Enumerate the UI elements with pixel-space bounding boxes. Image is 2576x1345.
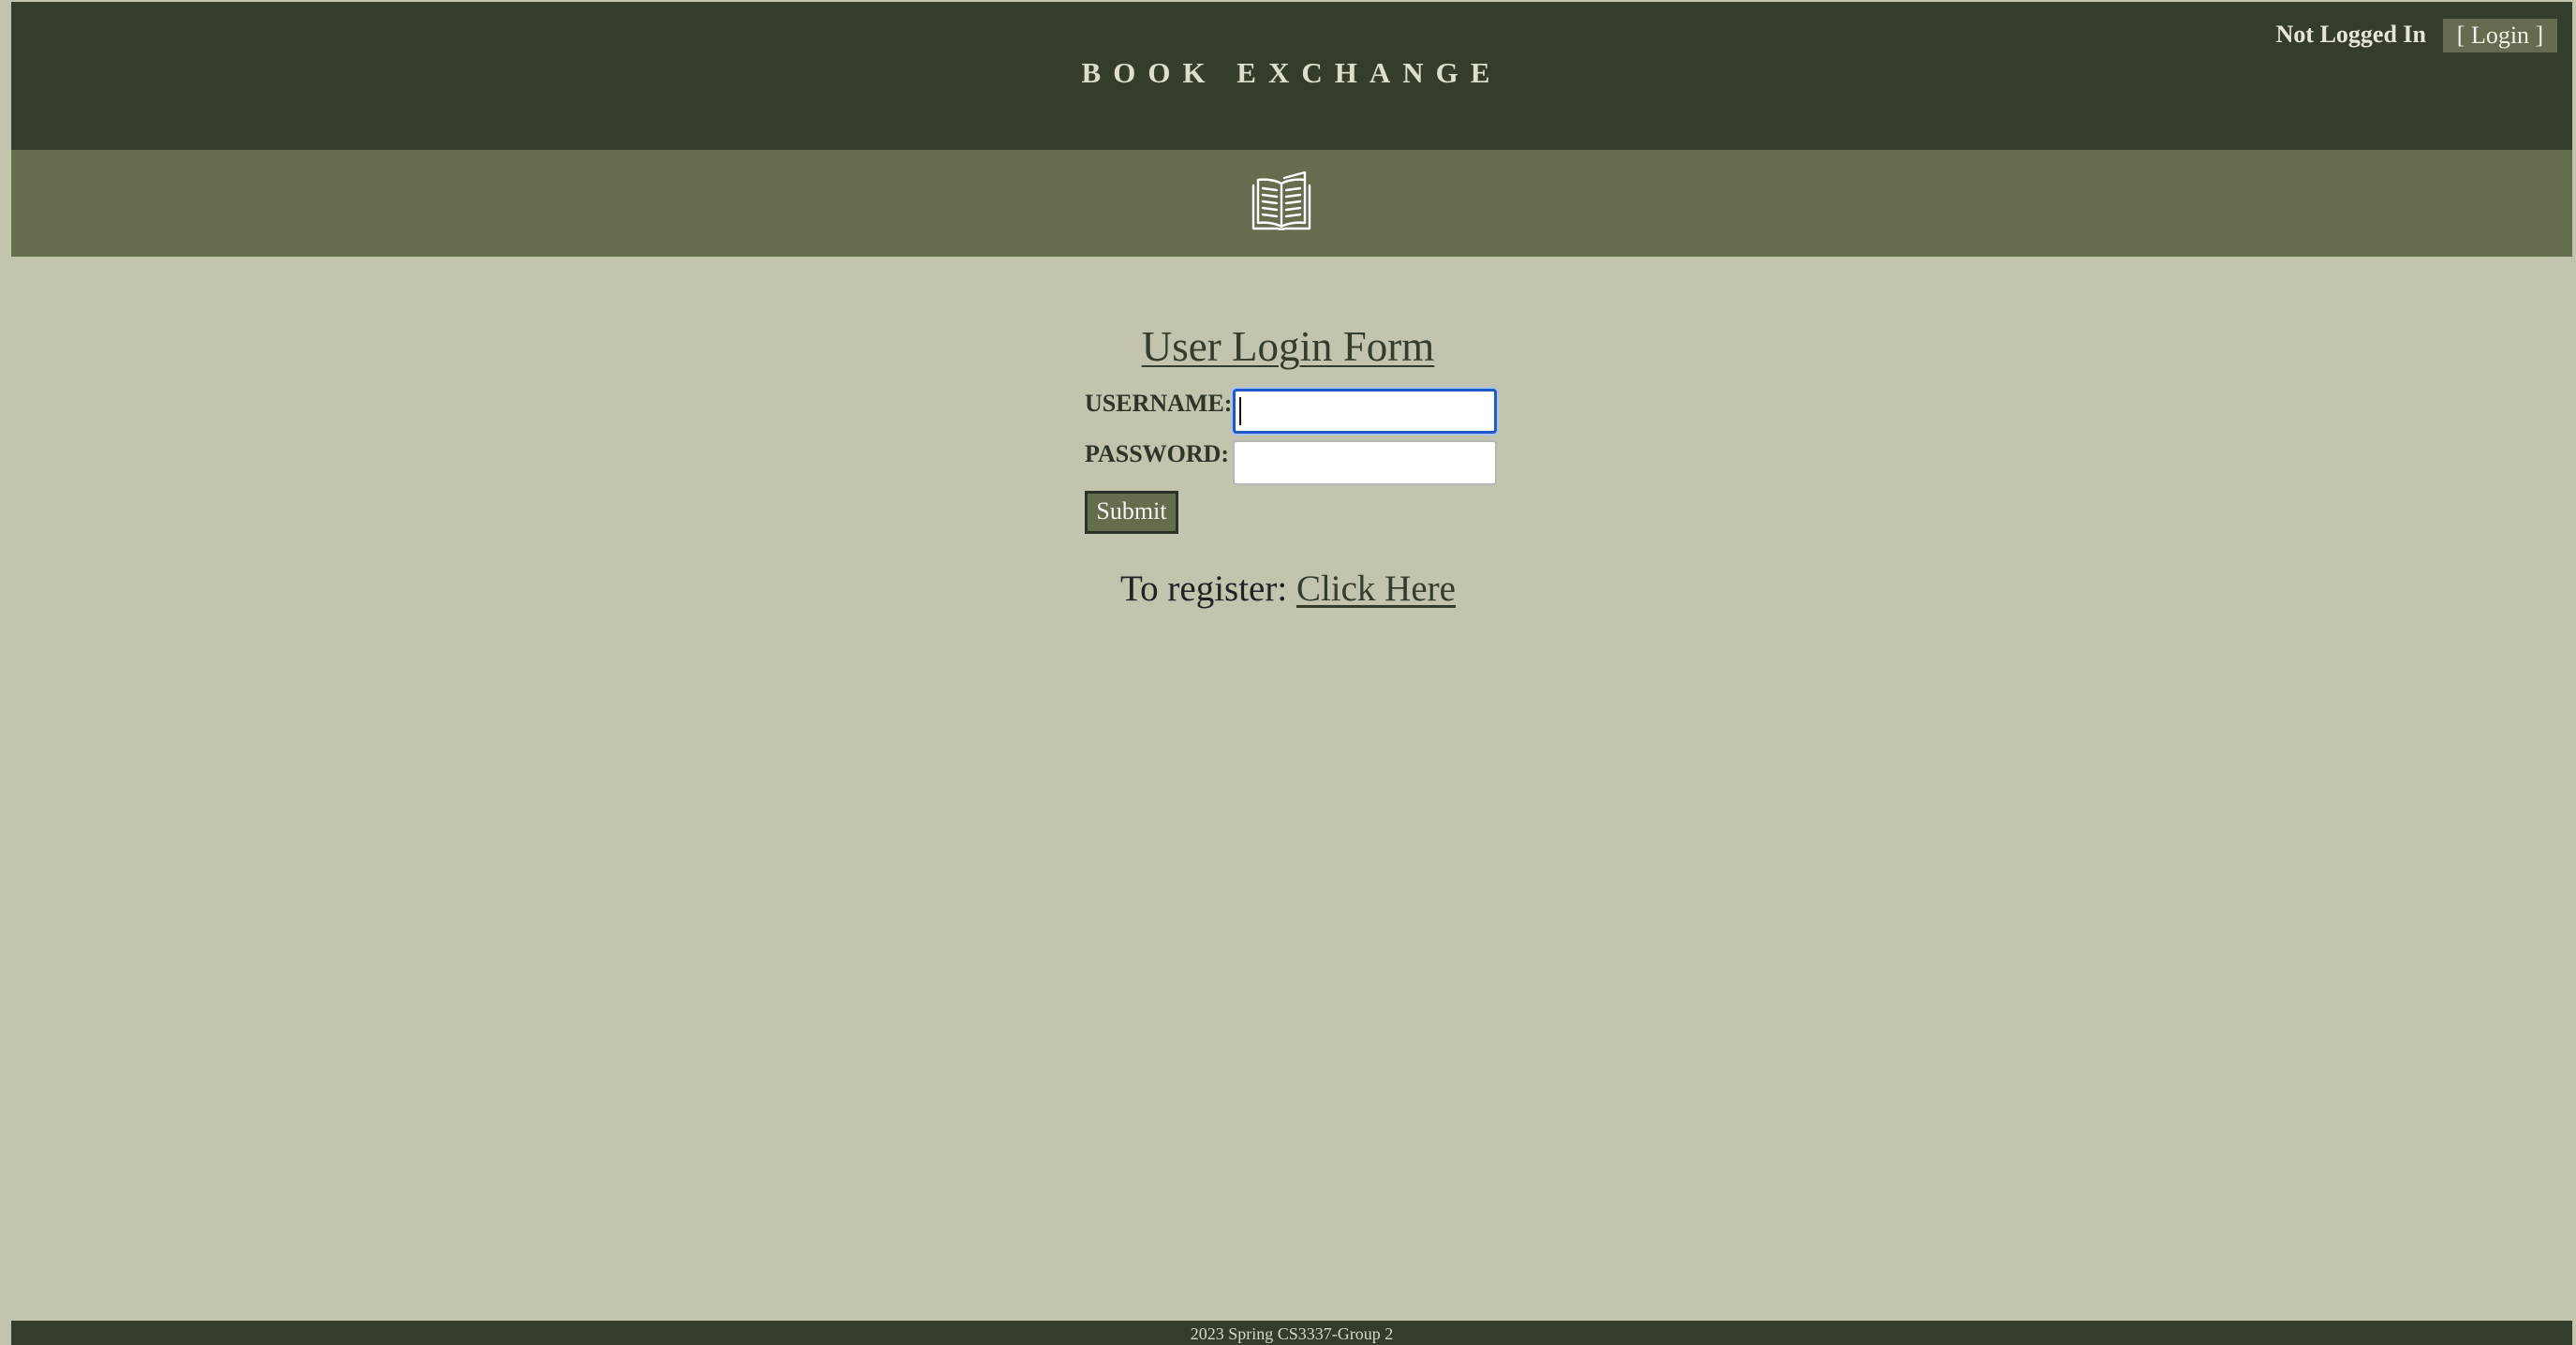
site-header: BOOK EXCHANGE Not Logged In [ Login ] <box>11 2 2572 150</box>
password-input[interactable] <box>1233 440 1497 485</box>
register-link[interactable]: Click Here <box>1296 569 1456 609</box>
text-cursor <box>1239 397 1241 425</box>
login-link[interactable]: [ Login ] <box>2443 19 2557 52</box>
username-label: USERNAME: <box>1085 390 1233 417</box>
form-title: User Login Form <box>1141 323 1435 370</box>
site-title: BOOK EXCHANGE <box>1081 56 1503 89</box>
register-line: To register: Click Here <box>0 568 2576 610</box>
footer: 2023 Spring CS3337-Group 2 <box>11 1321 2572 1345</box>
page: BOOK EXCHANGE Not Logged In [ Login ] Us… <box>0 0 2576 1345</box>
banner <box>11 150 2572 257</box>
username-input[interactable] <box>1233 389 1497 434</box>
login-status: Not Logged In <box>2275 21 2426 48</box>
open-book-icon <box>1251 170 1311 230</box>
register-prefix: To register: <box>1120 569 1288 609</box>
password-label: PASSWORD: <box>1085 440 1230 467</box>
submit-button[interactable]: Submit <box>1085 491 1178 534</box>
